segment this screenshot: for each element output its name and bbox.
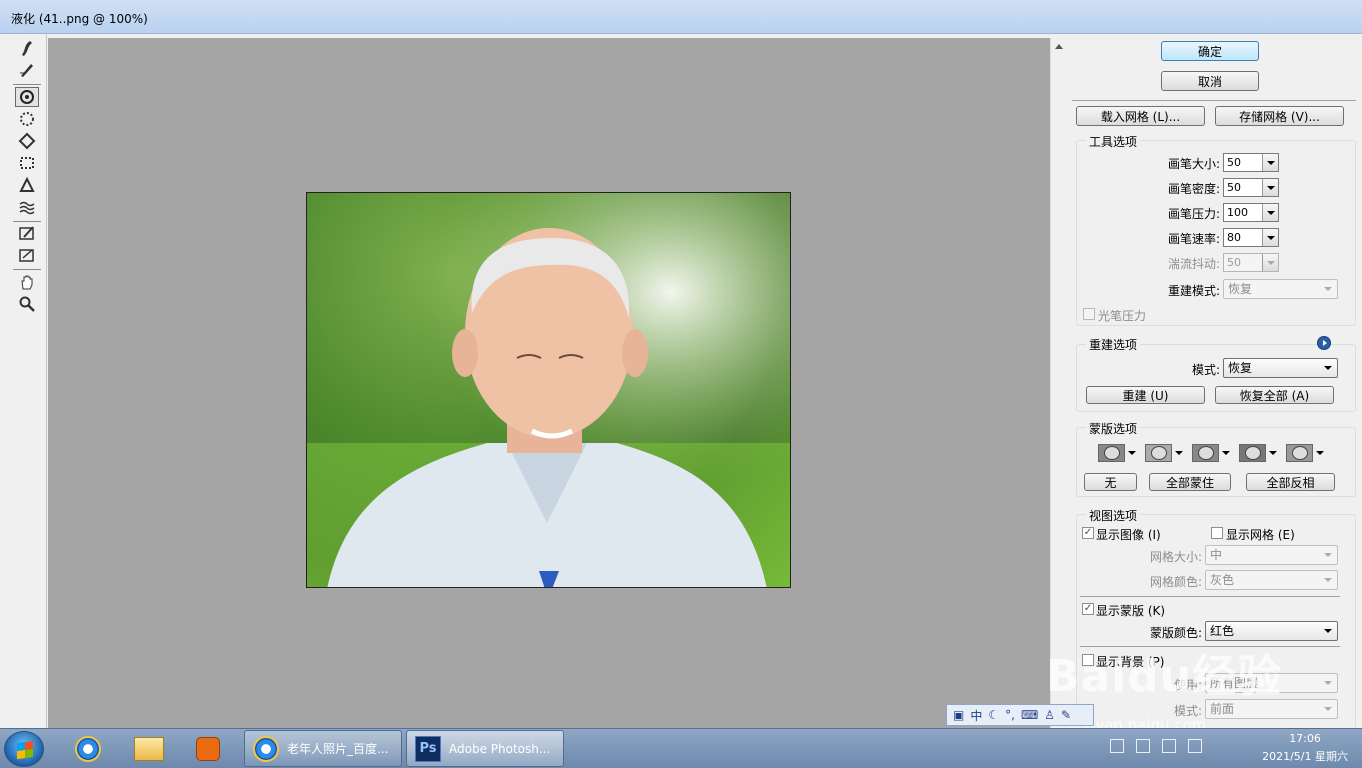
turbulent-jitter-label: 湍流抖动:	[1167, 257, 1220, 271]
window-title: 液化 (41..png @ 100%)	[11, 12, 148, 26]
wrench-icon[interactable]: ✎	[1061, 708, 1071, 722]
ime-logo-icon[interactable]: ▣	[953, 708, 964, 722]
clock[interactable]: 17:06 2021/5/1 星期六	[1262, 732, 1348, 764]
brush-size-label: 画笔大小:	[1167, 157, 1220, 171]
bloat-tool-icon[interactable]	[15, 131, 39, 151]
forward-warp-tool-icon[interactable]	[15, 38, 39, 58]
show-mesh-checkbox[interactable]	[1211, 527, 1223, 539]
ok-button[interactable]: 确定	[1161, 41, 1259, 61]
hand-tool-icon[interactable]	[15, 272, 39, 292]
reconstruct-mode-select: 恢复	[1223, 279, 1338, 299]
mesh-size-select: 中	[1205, 545, 1338, 565]
ie-icon	[253, 735, 279, 762]
brush-size-field[interactable]: 50	[1223, 153, 1279, 172]
mirror-tool-icon[interactable]	[15, 175, 39, 195]
brush-pressure-field[interactable]: 100	[1223, 203, 1279, 222]
stylus-pressure-label: 光笔压力	[1098, 309, 1147, 323]
media-player-pinned-icon[interactable]	[186, 733, 230, 765]
freeze-mask-tool-icon[interactable]	[15, 223, 39, 243]
preview-image[interactable]	[306, 192, 791, 588]
mask-color-label: 蒙版颜色:	[1149, 626, 1202, 640]
save-mesh-button[interactable]: 存储网格 (V)...	[1215, 106, 1344, 126]
mask-options-title: 蒙版选项	[1086, 420, 1141, 437]
expand-arrow-icon[interactable]	[1317, 336, 1331, 350]
network-icon[interactable]	[1162, 739, 1176, 753]
mask-color-select[interactable]: 红色	[1205, 621, 1338, 641]
reconstruct-options-title: 重建选项	[1086, 336, 1141, 353]
photoshop-icon: Ps	[415, 735, 441, 762]
ie-pinned-icon[interactable]	[66, 733, 110, 765]
show-mask-checkbox[interactable]: ✓	[1082, 603, 1094, 615]
window-title-bar: 液化 (41..png @ 100%)	[0, 0, 1362, 34]
options-panel: 确定 取消 载入网格 (L)... 存储网格 (V)... 工具选项 画笔大小:…	[1066, 34, 1362, 728]
brush-pressure-label: 画笔压力:	[1167, 207, 1220, 221]
push-left-tool-icon[interactable]	[15, 153, 39, 173]
reconstruct-options-mode-select[interactable]: 恢复	[1223, 358, 1338, 378]
preview-canvas[interactable]	[48, 38, 1050, 728]
chevron-down-icon[interactable]	[1262, 179, 1278, 196]
explorer-pinned-icon[interactable]	[127, 733, 171, 765]
invert-all-button[interactable]: 全部反相	[1246, 473, 1335, 491]
chevron-down-icon[interactable]	[1262, 229, 1278, 246]
show-image-checkbox[interactable]: ✓	[1082, 527, 1094, 539]
mask-intersect-icon[interactable]	[1239, 443, 1277, 463]
tool-options-title: 工具选项	[1086, 133, 1141, 150]
keyboard-icon[interactable]: ⌨	[1021, 708, 1038, 722]
mask-replace-icon[interactable]	[1098, 443, 1136, 463]
mask-invert-icon[interactable]	[1286, 443, 1324, 463]
device-icon[interactable]	[1136, 739, 1150, 753]
show-mesh-label: 显示网格 (E)	[1226, 528, 1295, 542]
taskbar-item-photoshop[interactable]: Ps Adobe Photosh...	[406, 730, 564, 767]
thaw-mask-tool-icon[interactable]	[15, 245, 39, 265]
mask-subtract-icon[interactable]	[1192, 443, 1230, 463]
turbulence-tool-icon[interactable]	[15, 197, 39, 217]
brush-rate-label: 画笔速率:	[1167, 232, 1220, 246]
brush-density-field[interactable]: 50	[1223, 178, 1279, 197]
chevron-down-icon	[1262, 254, 1278, 271]
restore-all-button[interactable]: 恢复全部 (A)	[1215, 386, 1334, 404]
twirl-clockwise-tool-icon[interactable]	[15, 87, 39, 107]
mesh-color-select: 灰色	[1205, 570, 1338, 590]
mesh-color-label: 网格颜色:	[1149, 575, 1202, 589]
reconstruct-tool-icon[interactable]	[15, 60, 39, 80]
show-mask-label: 显示蒙版 (K)	[1096, 604, 1166, 618]
clock-date: 2021/5/1 星期六	[1262, 750, 1348, 763]
portrait-photo	[307, 193, 790, 587]
punctuation-icon[interactable]: °,	[1005, 708, 1015, 722]
tool-bar	[0, 34, 47, 728]
user-icon[interactable]: ♙	[1044, 708, 1055, 722]
system-tray	[1110, 739, 1202, 753]
scroll-up-icon[interactable]	[1055, 44, 1063, 49]
view-options-title: 视图选项	[1086, 507, 1141, 524]
mask-all-button[interactable]: 全部蒙住	[1149, 473, 1231, 491]
mask-add-icon[interactable]	[1145, 443, 1183, 463]
taskbar-item-browser[interactable]: 老年人照片_百度...	[244, 730, 402, 767]
baidu-watermark: Baidu经验	[1046, 651, 1283, 702]
clock-time: 17:06	[1289, 732, 1321, 745]
brush-rate-field[interactable]: 80	[1223, 228, 1279, 247]
brush-density-label: 画笔密度:	[1167, 182, 1220, 196]
reconstruct-mode-label-2: 模式:	[1191, 363, 1220, 377]
mask-none-button[interactable]: 无	[1084, 473, 1137, 491]
ime-language[interactable]: 中	[970, 707, 982, 724]
stylus-pressure-checkbox[interactable]	[1083, 308, 1095, 320]
cancel-button[interactable]: 取消	[1161, 71, 1259, 91]
moon-icon[interactable]: ☾	[988, 708, 999, 722]
start-button[interactable]	[4, 731, 44, 767]
mesh-size-label: 网格大小:	[1149, 550, 1202, 564]
ime-toolbar[interactable]: ▣ 中 ☾ °, ⌨ ♙ ✎	[946, 704, 1094, 726]
load-mesh-button[interactable]: 载入网格 (L)...	[1076, 106, 1205, 126]
pucker-tool-icon[interactable]	[15, 109, 39, 129]
volume-icon[interactable]	[1188, 739, 1202, 753]
canvas-scrollbar[interactable]	[1050, 38, 1066, 728]
reconstruct-mode-label: 重建模式:	[1167, 284, 1220, 298]
taskbar: 老年人照片_百度... Ps Adobe Photosh... 17:06 202…	[0, 728, 1362, 768]
chevron-down-icon[interactable]	[1262, 204, 1278, 221]
reconstruct-button[interactable]: 重建 (U)	[1086, 386, 1205, 404]
turbulent-jitter-field: 50	[1223, 253, 1279, 272]
chevron-down-icon[interactable]	[1262, 154, 1278, 171]
show-image-label: 显示图像 (I)	[1096, 528, 1161, 542]
zoom-tool-icon[interactable]	[15, 294, 39, 314]
ime-tray-icon[interactable]	[1110, 739, 1124, 753]
